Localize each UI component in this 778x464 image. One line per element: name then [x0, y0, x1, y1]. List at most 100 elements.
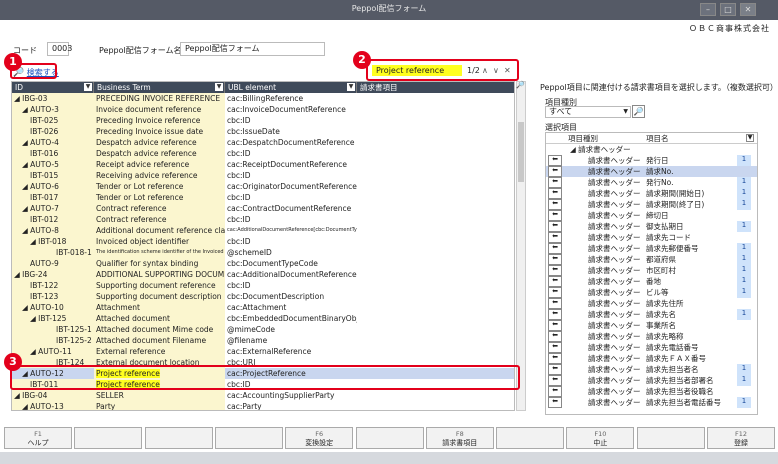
list-item[interactable]: ⬅ 請求書ヘッダー 市区町村 1 — [546, 265, 757, 276]
cell-invoice-item[interactable] — [357, 346, 514, 357]
col-header-invoice-item[interactable]: 請求書項目 — [357, 82, 514, 93]
cell-invoice-item[interactable] — [357, 159, 514, 170]
cell-invoice-item[interactable] — [357, 126, 514, 137]
cell-invoice-item[interactable] — [357, 203, 514, 214]
function-key-blank-2[interactable] — [144, 427, 213, 449]
table-row[interactable]: IBT-123 Supporting document description cb… — [12, 291, 514, 302]
assign-arrow-button[interactable]: ⬅ — [548, 364, 562, 375]
form-name-field[interactable]: Peppol配信フォーム — [180, 42, 325, 56]
cell-invoice-item[interactable] — [357, 104, 514, 115]
cell-invoice-item[interactable] — [357, 335, 514, 346]
cell-invoice-item[interactable] — [357, 280, 514, 291]
cell-invoice-item[interactable] — [357, 258, 514, 269]
function-key-f10[interactable]: F10 中止 — [566, 427, 635, 449]
assign-arrow-button[interactable]: ⬅ — [548, 199, 562, 210]
assign-arrow-button[interactable]: ⬅ — [548, 243, 562, 254]
cell-invoice-item[interactable] — [357, 214, 514, 225]
cell-invoice-item[interactable] — [357, 390, 514, 401]
dropdown-icon[interactable]: ▼ — [84, 83, 92, 91]
function-key-f12[interactable]: F12 登録 — [707, 427, 775, 449]
assign-arrow-button[interactable]: ⬅ — [548, 177, 562, 188]
table-row[interactable]: IBT-017 Tender or Lot reference cbc:ID — [12, 192, 514, 203]
minimize-button[interactable]: – — [700, 3, 716, 16]
maximize-button[interactable]: □ — [720, 3, 736, 16]
table-row[interactable]: ◢ IBT-125 Attached document cbc:EmbeddedDo… — [12, 313, 514, 324]
close-button[interactable]: ✕ — [740, 3, 756, 16]
table-row[interactable]: ◢ IBG-24ADDITIONAL SUPPORTING DOCUMENTSc… — [12, 269, 514, 280]
list-item[interactable]: ⬅ 請求書ヘッダー ビル等 1 — [546, 287, 757, 298]
assign-arrow-button[interactable]: ⬅ — [548, 210, 562, 221]
type-search-button[interactable]: 🔎 — [632, 105, 645, 118]
list-item[interactable]: ⬅ 請求書ヘッダー 請求先担当者役職名 — [546, 386, 757, 397]
list-item[interactable]: ⬅ 請求書ヘッダー 番地 1 — [546, 276, 757, 287]
assign-arrow-button[interactable]: ⬅ — [548, 309, 562, 320]
cell-invoice-item[interactable] — [357, 236, 514, 247]
function-key-f8[interactable]: F8 請求書項目 — [425, 427, 494, 449]
list-item[interactable]: ⬅ 請求書ヘッダー 請求先名 1 — [546, 309, 757, 320]
table-row[interactable]: IBT-125-1 Attached document Mime code @mim… — [12, 324, 514, 335]
cell-invoice-item[interactable] — [357, 269, 514, 280]
list-item[interactable]: ⬅ 請求書ヘッダー 請求期間(開始日) 1 — [546, 188, 757, 199]
type-select[interactable]: すべて ▼ — [545, 106, 631, 118]
assign-arrow-button[interactable]: ⬅ — [548, 265, 562, 276]
table-row[interactable]: ◢ AUTO-8 Additional document reference cl… — [12, 225, 514, 236]
list-item[interactable]: ⬅ 請求書ヘッダー 請求先担当者部署名 1 — [546, 375, 757, 386]
col-header-business-term[interactable]: Business Term ▼ — [94, 82, 225, 93]
assign-arrow-button[interactable]: ⬅ — [548, 331, 562, 342]
assign-arrow-button[interactable]: ⬅ — [548, 397, 562, 408]
assign-arrow-button[interactable]: ⬅ — [548, 232, 562, 243]
table-row[interactable]: ◢ AUTO-7 Contract reference cac:ContractDo… — [12, 203, 514, 214]
assign-arrow-button[interactable]: ⬅ — [548, 386, 562, 397]
dropdown-icon[interactable]: ▼ — [347, 83, 355, 91]
grid-scrollbar[interactable] — [516, 81, 526, 411]
list-item[interactable]: ⬅ 請求書ヘッダー 請求先担当者電話番号 1 — [546, 397, 757, 408]
assign-arrow-button[interactable]: ⬅ — [548, 254, 562, 265]
list-item[interactable]: ⬅ 請求書ヘッダー 御支払期日 1 — [546, 221, 757, 232]
col-header-item-type[interactable]: 項目種別 — [564, 133, 644, 144]
cell-invoice-item[interactable] — [357, 401, 514, 410]
list-item[interactable]: ⬅ 請求書ヘッダー 事業所名 — [546, 320, 757, 331]
list-item[interactable]: ⬅ 請求書ヘッダー 請求先コード — [546, 232, 757, 243]
assign-arrow-button[interactable]: ⬅ — [548, 166, 562, 177]
function-key-blank-3[interactable] — [214, 427, 283, 449]
list-item[interactable]: ⬅ 請求書ヘッダー 締切日 — [546, 210, 757, 221]
dropdown-icon[interactable]: ▼ — [215, 83, 223, 91]
function-key-blank-9[interactable] — [636, 427, 705, 449]
assign-arrow-button[interactable]: ⬅ — [548, 342, 562, 353]
list-item[interactable]: ⬅ 請求書ヘッダー 請求先住所 — [546, 298, 757, 309]
list-item[interactable]: ⬅ 請求書ヘッダー 請求先略称 — [546, 331, 757, 342]
table-row[interactable]: IBT-025 Preceding Invoice reference cbc:ID — [12, 115, 514, 126]
group-row-label[interactable]: ◢ 請求書ヘッダー — [570, 144, 631, 155]
assign-arrow-button[interactable]: ⬅ — [548, 188, 562, 199]
list-item[interactable]: ⬅ 請求書ヘッダー 請求先担当者名 1 — [546, 364, 757, 375]
cell-invoice-item[interactable] — [357, 313, 514, 324]
grid-search-icon[interactable]: 🔎 — [516, 81, 526, 91]
table-row[interactable]: ◢ IBG-04 SELLER cac:AccountingSupplierPart… — [12, 390, 514, 401]
table-row[interactable]: ◢ IBT-018 Invoiced object identifier cbc:I… — [12, 236, 514, 247]
cell-invoice-item[interactable] — [357, 115, 514, 126]
cell-invoice-item[interactable] — [357, 291, 514, 302]
table-row[interactable]: ◢ IBG-03 PRECEDING INVOICE REFERENCE cac:B… — [12, 93, 514, 104]
assign-arrow-button[interactable]: ⬅ — [548, 298, 562, 309]
assign-arrow-button[interactable]: ⬅ — [548, 375, 562, 386]
table-row[interactable]: IBT-122 Supporting document reference cbc:… — [12, 280, 514, 291]
table-row[interactable]: ◢ AUTO-3 Invoice document reference cac:In… — [12, 104, 514, 115]
dropdown-icon[interactable]: ▼ — [746, 134, 754, 142]
cell-invoice-item[interactable] — [357, 170, 514, 181]
assign-arrow-button[interactable]: ⬅ — [548, 221, 562, 232]
list-item[interactable]: ⬅ 請求書ヘッダー 請求No. — [546, 166, 757, 177]
assign-arrow-button[interactable]: ⬅ — [548, 276, 562, 287]
cell-invoice-item[interactable] — [357, 192, 514, 203]
function-key-f1[interactable]: F1 ヘルプ — [4, 427, 72, 449]
assign-arrow-button[interactable]: ⬅ — [548, 287, 562, 298]
list-item[interactable]: ⬅ 請求書ヘッダー 請求先郵便番号 1 — [546, 243, 757, 254]
table-row[interactable]: ◢ AUTO-4 Despatch advice reference cac:Des… — [12, 137, 514, 148]
cell-invoice-item[interactable] — [357, 302, 514, 313]
cell-invoice-item[interactable] — [357, 93, 514, 104]
col-header-item-name[interactable]: 項目名 — [646, 133, 746, 144]
assign-arrow-button[interactable]: ⬅ — [548, 155, 562, 166]
table-row[interactable]: IBT-125-2 Attached document Filename @file… — [12, 335, 514, 346]
table-row[interactable]: AUTO-9 Qualifier for syntax binding cbc:Do… — [12, 258, 514, 269]
cell-invoice-item[interactable] — [357, 181, 514, 192]
table-row[interactable]: ◢ AUTO-6 Tender or Lot reference cac:Origi… — [12, 181, 514, 192]
